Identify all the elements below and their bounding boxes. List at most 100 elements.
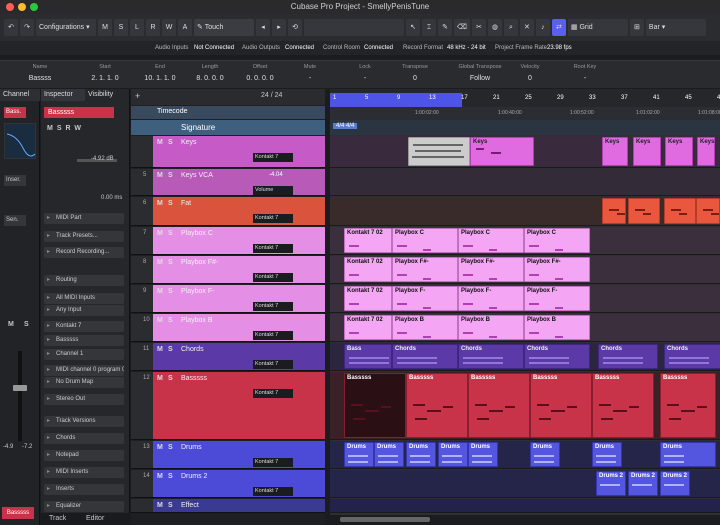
track-instrument-select[interactable]: Kontakt 7: [253, 389, 293, 398]
midi-part[interactable]: Playbox F#-: [458, 257, 524, 282]
channel-footer-name[interactable]: Basssss: [2, 507, 34, 519]
inspector-item-chords[interactable]: ▸ Chords: [44, 433, 124, 444]
signature-marker[interactable]: 4/4 4/4: [333, 123, 358, 129]
track-solo-button[interactable]: S: [168, 346, 173, 353]
redo-icon[interactable]: ↷: [20, 19, 34, 36]
inspector-item-program[interactable]: ▸ MIDI channel 0 program 0: [44, 365, 124, 376]
object-select-icon[interactable]: ↖: [406, 19, 420, 36]
track-instrument-select[interactable]: Kontakt 7: [253, 360, 293, 369]
midi-part[interactable]: Chords: [664, 344, 720, 369]
track-lane[interactable]: [330, 169, 720, 196]
midi-part[interactable]: Drums: [530, 442, 560, 467]
track-lane[interactable]: Drums 2 Drums 2 Drums 2: [330, 470, 720, 498]
snap-icon[interactable]: ⇄: [551, 19, 566, 36]
channel-tab[interactable]: Channel: [0, 89, 40, 101]
speaker-icon[interactable]: ♪: [535, 19, 550, 36]
info-mute-value[interactable]: -: [280, 75, 340, 82]
midi-part[interactable]: Basssss: [406, 373, 468, 438]
midi-part[interactable]: Drums: [344, 442, 374, 467]
track-tab[interactable]: Track: [49, 515, 66, 522]
midi-part[interactable]: Kontakt 7 02: [344, 228, 392, 253]
inspector-item-record[interactable]: ▸ Record Recording...: [44, 247, 124, 258]
undo-icon[interactable]: ↶: [4, 19, 18, 36]
track-lane[interactable]: Drums Drums Drums Drums Drums Drums Drums Drums: [330, 441, 720, 469]
inspector-item-channel[interactable]: ▸ Channel 1: [44, 349, 124, 360]
pencil-icon[interactable]: ✎: [438, 19, 452, 36]
track-solo-button[interactable]: S: [168, 200, 173, 207]
track-lane[interactable]: Kontakt 7 02 Playbox F- Playbox F- Playbox …: [330, 285, 720, 313]
midi-part[interactable]: Playbox F-: [392, 286, 458, 311]
channel-track-name[interactable]: Bass.: [4, 107, 26, 118]
track-mute-button[interactable]: M: [157, 346, 163, 353]
track-name[interactable]: Playbox F-: [181, 288, 214, 295]
track-mute-button[interactable]: M: [157, 200, 163, 207]
track-header[interactable]: 11 M S Chords Kontakt 7: [131, 343, 325, 371]
track-lane[interactable]: Bass Chords Chords Chords Chords Chords: [330, 343, 720, 371]
track-solo-button[interactable]: S: [168, 172, 173, 179]
inspector-track-controls[interactable]: MSRW: [47, 125, 85, 132]
midi-part[interactable]: Keys: [602, 137, 628, 166]
eraser-icon[interactable]: ⌫: [454, 19, 470, 36]
track-solo-button[interactable]: S: [168, 230, 173, 237]
midi-part[interactable]: Drums: [660, 442, 716, 467]
track-mute-button[interactable]: M: [157, 375, 163, 382]
midi-part[interactable]: Basssss: [344, 373, 406, 438]
inspector-item-preset[interactable]: ▸ Track Presets...: [44, 231, 124, 242]
track-lane[interactable]: Kontakt 7 02 Playbox C Playbox C Playbox C: [330, 227, 720, 255]
track-header[interactable]: 14 M S Drums 2 Kontakt 7: [131, 470, 325, 498]
quantize-icon[interactable]: ⊞: [629, 19, 644, 36]
midi-part[interactable]: Drums: [374, 442, 404, 467]
midi-part[interactable]: Drums 2: [628, 471, 658, 496]
inspector-item-notepad[interactable]: ▸ Notepad: [44, 450, 124, 461]
midi-part[interactable]: Chords: [458, 344, 524, 369]
midi-part[interactable]: Playbox F-: [524, 286, 590, 311]
track-instrument-select[interactable]: Kontakt 7: [253, 273, 293, 282]
close-window-button[interactable]: [6, 3, 14, 11]
mute-tool-icon[interactable]: ✕: [519, 19, 534, 36]
auto-mode-button[interactable]: A: [178, 19, 192, 36]
midi-part[interactable]: Playbox B: [524, 315, 590, 340]
solo-mode-button[interactable]: S: [114, 19, 128, 36]
right-locator-icon[interactable]: ▸: [272, 19, 286, 36]
track-solo-button[interactable]: S: [168, 502, 173, 509]
track-mute-button[interactable]: M: [157, 230, 163, 237]
midi-part[interactable]: Drums: [438, 442, 468, 467]
midi-part[interactable]: Playbox B: [392, 315, 458, 340]
track-header[interactable]: 10 M S Playbox B Kontakt 7: [131, 314, 325, 342]
track-mute-button[interactable]: M: [157, 172, 163, 179]
track-instrument-select[interactable]: Kontakt 7: [253, 331, 293, 340]
midi-part[interactable]: Drums: [468, 442, 498, 467]
track-instrument-select[interactable]: Kontakt 7: [253, 214, 293, 223]
glue-icon[interactable]: ◍: [487, 19, 502, 36]
write-mode-button[interactable]: W: [162, 19, 176, 36]
add-track-icon[interactable]: +: [135, 91, 140, 101]
midi-part[interactable]: Drums: [592, 442, 622, 467]
quantize-dropdown[interactable]: Bar ▾: [645, 19, 706, 36]
midi-part[interactable]: Playbox C: [392, 228, 458, 253]
range-icon[interactable]: ⌶: [422, 19, 436, 36]
track-mute-button[interactable]: M: [157, 139, 163, 146]
midi-part[interactable]: Basssss: [592, 373, 654, 438]
midi-part[interactable]: Chords: [392, 344, 458, 369]
track-instrument-select[interactable]: Volume: [253, 186, 293, 195]
channel-eq-curve[interactable]: [4, 123, 36, 159]
midi-part[interactable]: Keys: [697, 137, 715, 166]
track-instrument-select[interactable]: Kontakt 7: [253, 302, 293, 311]
inspector-item-inserts[interactable]: ▸ Inserts: [44, 484, 124, 495]
loop-icon[interactable]: ⟲: [288, 19, 302, 36]
track-lane[interactable]: [330, 499, 720, 513]
track-solo-button[interactable]: S: [168, 317, 173, 324]
inspector-item-midi[interactable]: ▸ MIDI Part: [44, 213, 124, 224]
midi-part[interactable]: Playbox F#-: [392, 257, 458, 282]
channel-mute-button[interactable]: M: [8, 321, 14, 328]
midi-part[interactable]: Playbox B: [458, 315, 524, 340]
inspector-item-output[interactable]: ▸ Basssss: [44, 335, 124, 346]
midi-part[interactable]: Chords: [524, 344, 590, 369]
track-solo-button[interactable]: S: [168, 139, 173, 146]
track-name[interactable]: Playbox F#-: [181, 259, 218, 266]
track-header[interactable]: 8 M S Playbox F#- Kontakt 7: [131, 256, 325, 284]
inspector-item-input[interactable]: ▸ Any Input: [44, 305, 124, 316]
midi-part[interactable]: [602, 198, 626, 224]
track-header[interactable]: M S Keys Kontakt 7: [131, 136, 325, 168]
configurations-dropdown[interactable]: Configurations ▾: [36, 19, 96, 36]
